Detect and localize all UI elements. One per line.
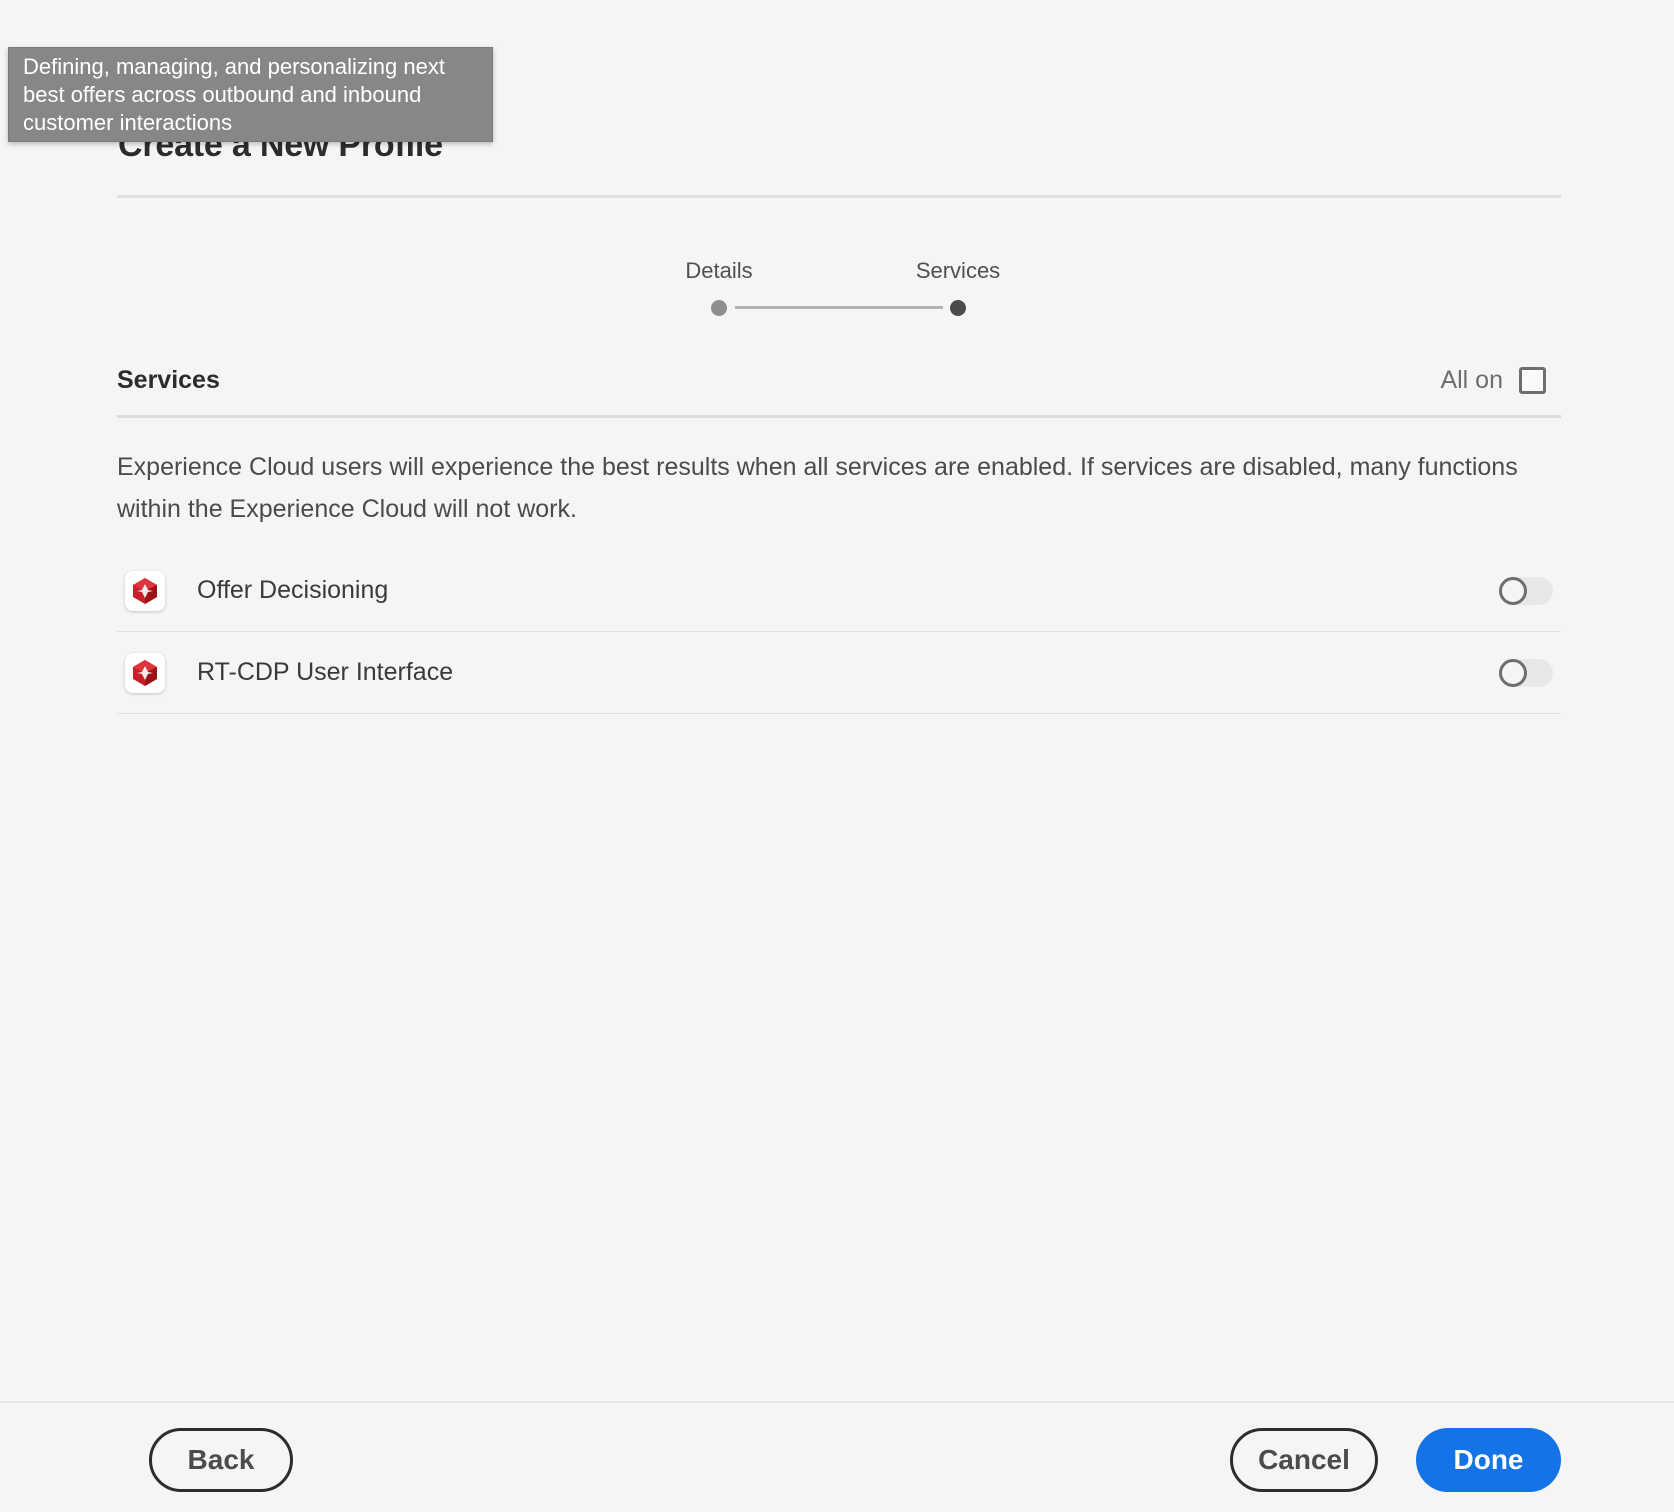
service-row-rt-cdp-user-interface: RT-CDP User Interface [117,632,1561,714]
done-button[interactable]: Done [1416,1428,1561,1492]
step-dot-details[interactable] [711,300,727,316]
service-toggle-offer-decisioning[interactable] [1499,576,1553,605]
toggle-knob [1499,658,1527,687]
service-name: Offer Decisioning [197,576,389,604]
service-row-offer-decisioning: Offer Decisioning [117,550,1561,632]
adobe-experience-platform-icon [125,652,165,693]
service-name: RT-CDP User Interface [197,658,454,686]
tooltip-line-3: customer interactions [23,110,233,135]
footer-divider [0,1401,1674,1403]
cancel-button[interactable]: Cancel [1230,1428,1378,1492]
step-dot-services [950,300,966,316]
step-connector [735,306,943,309]
all-on-checkbox[interactable] [1519,367,1546,394]
all-on-control[interactable]: All on [1440,366,1546,395]
tooltip-line-1: Defining, managing, and personalizing ne… [23,54,445,79]
service-toggle-rt-cdp-user-interface[interactable] [1499,658,1553,687]
toggle-knob [1499,576,1527,605]
adobe-experience-platform-icon [125,570,165,611]
step-label-details[interactable]: Details [685,258,752,284]
services-heading: Services [117,366,220,394]
services-divider [117,415,1561,418]
create-profile-page: Defining, managing, and personalizing ne… [0,0,1674,1512]
all-on-label: All on [1440,366,1503,394]
services-description: Experience Cloud users will experience t… [117,453,1518,523]
tooltip-line-2: best offers across outbound and inbound [23,82,422,107]
service-description-tooltip: Defining, managing, and personalizing ne… [8,47,493,142]
title-divider [117,195,1561,198]
step-label-services: Services [915,258,1001,283]
back-button[interactable]: Back [149,1428,293,1492]
